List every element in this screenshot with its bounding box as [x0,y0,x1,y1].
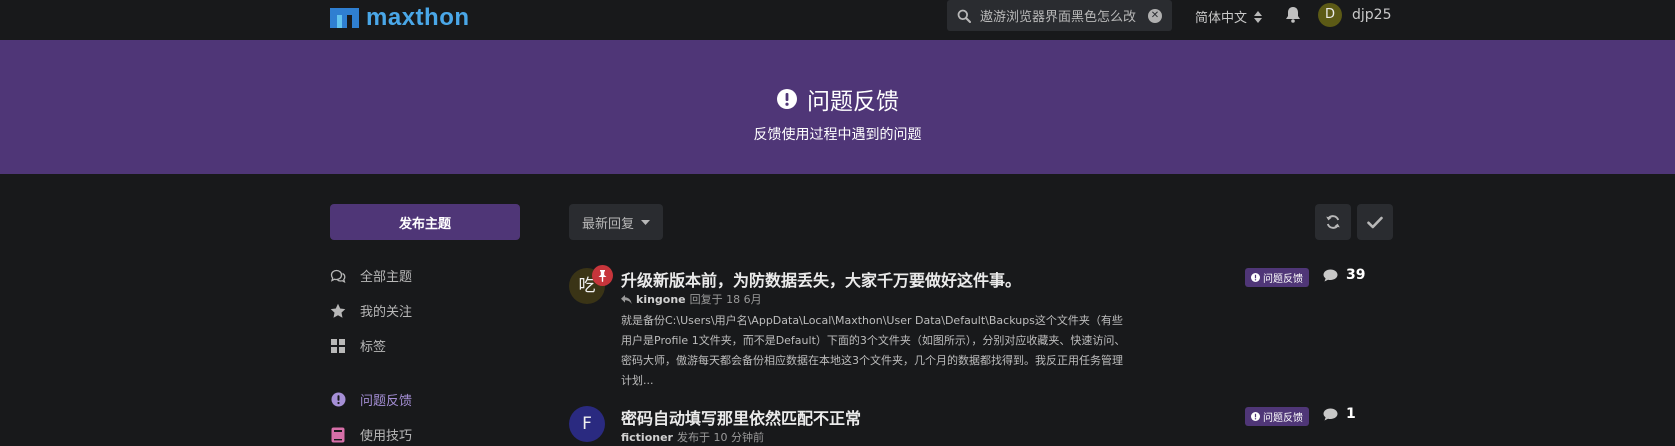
discussion-tag[interactable]: 问题反馈 [1245,268,1309,287]
user-menu[interactable]: D djp25 [1318,3,1391,27]
exclamation-circle-icon [330,392,346,408]
notifications-bell-icon[interactable] [1285,6,1301,23]
sort-label: 最新回复 [581,216,634,232]
language-label: 简体中文 [1195,11,1248,26]
sidebar-item-all-discussions[interactable]: 全部主题 [330,266,412,285]
tag-label: 问题反馈 [1263,274,1303,285]
search-icon [957,9,971,23]
sidebar-item-feedback[interactable]: 问题反馈 [330,390,412,409]
sort-arrows-icon [1254,10,1263,23]
reply-count-value: 39 [1346,267,1366,283]
start-discussion-button[interactable]: 发布主题 [330,204,520,240]
grid-icon [330,338,346,354]
clear-search-icon[interactable]: ✕ [1148,8,1162,23]
exclamation-circle-icon [1251,273,1260,282]
reply-icon [621,294,632,304]
top-bar: maxthon ✕ 简体中文 D djp25 [0,0,1675,40]
reply-count: 39 [1323,267,1365,283]
discussion-meta: fictioner 发布于 10 分钟前 [621,429,764,445]
brand-logo[interactable]: maxthon [330,4,470,32]
maxthon-logo-icon [330,8,359,28]
discussion-author[interactable]: fictioner [621,431,673,444]
caret-down-icon [641,219,650,225]
discussion-action: 回复于 18 6月 [689,293,762,306]
sidebar-item-label: 使用技巧 [360,429,413,444]
star-icon [330,303,346,319]
thumbtack-icon [598,269,607,282]
sidebar-item-following[interactable]: 我的关注 [330,301,412,320]
discussion-title[interactable]: 密码自动填写那里依然匹配不正常 [621,405,861,429]
hero-title: 问题反馈 [0,82,1675,116]
tag-hero-banner: 问题反馈 反馈使用过程中遇到的问题 [0,40,1675,174]
exclamation-circle-icon [1251,412,1260,421]
pinned-badge [592,265,613,286]
discussion-excerpt[interactable]: 就是备份C:\Users\用户名\AppData\Local\Maxthon\U… [621,311,1133,391]
hero-title-text: 问题反馈 [807,89,899,115]
refresh-button[interactable] [1315,204,1351,240]
discussion-author-avatar[interactable]: F [569,406,605,442]
comments-icon [330,268,346,284]
sidebar-item-label: 全部主题 [360,270,413,285]
check-icon [1367,216,1383,228]
discussion-meta: kingone 回复于 18 6月 [621,291,762,307]
reply-count-value: 1 [1346,406,1356,422]
mark-all-read-button[interactable] [1357,204,1393,240]
reply-count: 1 [1323,406,1356,422]
book-icon [330,427,346,443]
user-avatar: D [1318,3,1342,27]
discussion-action: 发布于 10 分钟前 [676,431,764,444]
discussion-author[interactable]: kingone [636,293,686,306]
comment-icon [1323,408,1338,420]
sidebar-item-label: 标签 [360,340,387,355]
hero-subtitle: 反馈使用过程中遇到的问题 [753,127,922,143]
discussion-tag[interactable]: 问题反馈 [1245,407,1309,426]
exclamation-circle-icon [777,89,797,109]
discussion-title[interactable]: 升级新版本前，为防数据丢失，大家千万要做好这件事。 [621,267,1021,291]
sidebar-item-label: 问题反馈 [360,394,413,409]
sort-dropdown[interactable]: 最新回复 [569,204,663,240]
sidebar-item-label: 我的关注 [360,305,413,320]
refresh-icon [1326,215,1340,229]
language-selector[interactable]: 简体中文 [1195,7,1263,26]
tag-label: 问题反馈 [1263,413,1303,424]
search-input[interactable] [980,8,1148,23]
comment-icon [1323,269,1338,281]
brand-name: maxthon [366,4,470,31]
sidebar-item-tags[interactable]: 标签 [330,336,386,355]
sidebar-item-tips[interactable]: 使用技巧 [330,425,412,444]
search-box[interactable]: ✕ [947,0,1172,31]
username: djp25 [1352,7,1392,23]
